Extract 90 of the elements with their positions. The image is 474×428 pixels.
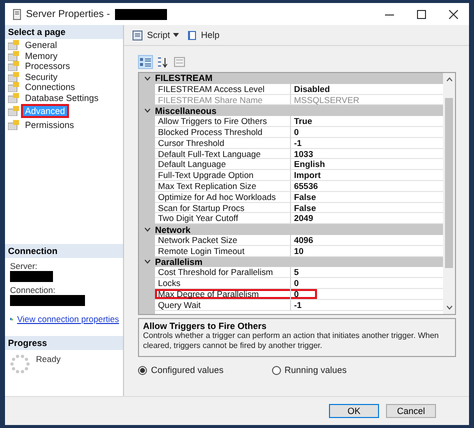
sort-button[interactable] xyxy=(155,55,170,69)
property-value[interactable]: 5 xyxy=(291,267,443,278)
property-name[interactable]: Default Full-Text Language xyxy=(155,148,291,160)
property-value[interactable]: 4096 xyxy=(291,234,443,246)
chevron-icon[interactable] xyxy=(144,76,150,81)
page-icon xyxy=(8,50,20,61)
dialog-button[interactable]: OK xyxy=(329,404,379,418)
property-name[interactable]: Scan for Startup Procs xyxy=(155,202,291,214)
help-button[interactable]: Help xyxy=(185,30,222,40)
sidebar-item[interactable]: General xyxy=(23,40,60,50)
section-header: Progress xyxy=(5,336,123,350)
page-icon xyxy=(8,72,20,82)
categorized-button[interactable] xyxy=(138,55,153,69)
page-icon xyxy=(8,40,20,50)
property-value[interactable]: 0 xyxy=(291,126,443,138)
category-header: Miscellaneous xyxy=(155,106,217,116)
property-value[interactable]: True xyxy=(291,116,443,127)
category-header: Parallelism xyxy=(155,256,203,267)
spinner-icon xyxy=(10,354,30,374)
property-value[interactable]: 10 xyxy=(291,246,443,257)
property-value[interactable]: -1 xyxy=(291,138,443,149)
sidebar-item[interactable]: Database Settings xyxy=(23,92,101,103)
page-icon xyxy=(8,82,20,92)
scroll-down-icon xyxy=(446,305,452,310)
description-text: Controls whether a trigger can perform an action that initiates another trigger. When cleared, triggers cannot be fired by another trigger. xyxy=(143,331,440,351)
page-icon xyxy=(8,92,20,103)
property-name[interactable]: Optimize for Ad hoc Workloads xyxy=(155,192,291,203)
category-header: Network xyxy=(155,224,191,235)
page-icon xyxy=(8,61,20,72)
property-value[interactable]: 2049 xyxy=(291,213,443,224)
property-value[interactable]: Import xyxy=(291,170,443,181)
window-title: Server Properties - xyxy=(26,8,110,20)
sidebar-item[interactable]: Memory xyxy=(23,50,60,61)
scrollbar[interactable] xyxy=(443,73,455,314)
chevron-icon[interactable] xyxy=(144,259,150,264)
script-button[interactable]: Script xyxy=(130,30,182,40)
script-icon xyxy=(132,30,144,40)
sidebar-item[interactable]: Processors xyxy=(23,61,72,72)
page-icon xyxy=(8,120,20,130)
property-value[interactable]: 1033 xyxy=(291,148,443,160)
value-mode-radio[interactable]: Running values xyxy=(272,365,347,375)
property-value[interactable]: Disabled xyxy=(291,84,443,95)
sort-icon xyxy=(157,56,168,68)
progress-status: Ready xyxy=(36,354,61,366)
property-value[interactable]: -1 xyxy=(291,300,443,311)
property-name[interactable]: Cost Threshold for Parallelism xyxy=(155,267,291,278)
categorized-icon xyxy=(140,57,151,67)
property-name[interactable]: Default Language xyxy=(155,159,291,170)
property-name[interactable]: Two Digit Year Cutoff xyxy=(155,213,291,224)
property-name[interactable]: Blocked Process Threshold xyxy=(155,126,291,138)
property-name[interactable]: FILESTREAM Access Level xyxy=(155,84,291,95)
property-value[interactable]: False xyxy=(291,192,443,203)
property-name[interactable]: Full-Text Upgrade Option xyxy=(155,170,291,181)
property-name[interactable]: Locks xyxy=(155,278,291,289)
server-icon xyxy=(13,8,21,20)
property-value[interactable]: 0 xyxy=(291,288,317,300)
maximize-icon xyxy=(416,10,426,18)
property-name[interactable]: Network Packet Size xyxy=(155,234,291,246)
sidebar-item[interactable]: Permissions xyxy=(23,120,76,130)
description-title: Allow Triggers to Fire Others xyxy=(143,321,268,331)
property-name[interactable]: Max Degree of Parallelism xyxy=(155,288,291,300)
close-icon xyxy=(448,10,458,18)
page-icon xyxy=(8,106,20,116)
property-value[interactable]: 0 xyxy=(291,278,443,289)
category-header: FILESTREAM xyxy=(155,73,212,84)
property-name[interactable]: Query Wait xyxy=(155,300,291,311)
property-value[interactable]: False xyxy=(291,202,443,214)
scroll-up-icon xyxy=(446,77,452,82)
chevron-icon[interactable] xyxy=(144,227,150,232)
chevron-icon[interactable] xyxy=(144,108,150,114)
server-label: Server: xyxy=(9,260,38,271)
redaction-bar xyxy=(10,271,53,282)
property-name[interactable]: Cursor Threshold xyxy=(155,138,291,149)
help-icon xyxy=(187,30,198,40)
dialog-button[interactable]: Cancel xyxy=(386,404,436,418)
property-name[interactable]: Max Text Replication Size xyxy=(155,180,291,192)
connection-label: Connection: xyxy=(9,284,56,295)
redaction-bar xyxy=(114,8,167,20)
section-header: Connection xyxy=(5,244,123,258)
sidebar-item[interactable]: Security xyxy=(23,72,60,82)
property-value[interactable]: 65536 xyxy=(291,180,443,192)
property-value[interactable]: English xyxy=(291,159,443,170)
value-mode-radio[interactable]: Configured values xyxy=(138,365,224,375)
view-connection-link[interactable]: View connection properties xyxy=(17,314,119,324)
sidebar-item[interactable]: Connections xyxy=(23,82,78,92)
property-pages-icon xyxy=(174,57,185,67)
property-name[interactable]: Remote Login Timeout xyxy=(155,246,291,257)
property-name[interactable]: Allow Triggers to Fire Others xyxy=(155,116,291,127)
section-header: Select a page xyxy=(5,25,123,39)
caret-icon xyxy=(173,33,180,37)
